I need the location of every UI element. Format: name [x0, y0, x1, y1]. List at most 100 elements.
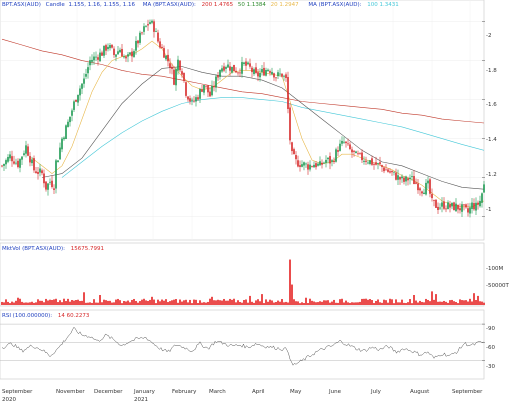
- x-month-label: December: [94, 389, 123, 395]
- volume-bar: [239, 302, 241, 305]
- volume-bar: [399, 302, 401, 305]
- candle-body: [363, 160, 365, 162]
- volume-bar: [413, 295, 415, 305]
- volume-bar: [251, 301, 253, 305]
- volume-bar: [271, 300, 273, 305]
- legend-symbol: BPT.ASX(AUD): [2, 2, 41, 8]
- volume-bar: [255, 300, 257, 305]
- candle-body: [207, 85, 209, 93]
- volume-bar: [223, 298, 225, 305]
- volume-bar: [407, 302, 409, 305]
- candle-body: [167, 54, 169, 62]
- volume-bar: [209, 298, 211, 305]
- candle-body: [43, 173, 45, 184]
- candle-body: [457, 204, 459, 210]
- volume-bar: [89, 302, 91, 305]
- candle-body: [305, 163, 307, 165]
- candle-body: [33, 158, 35, 171]
- candle-body: [413, 176, 415, 185]
- volume-panel-frame: [0, 242, 485, 307]
- candle-body: [111, 44, 113, 48]
- candle-body: [369, 160, 371, 164]
- x-month-label: July: [370, 389, 382, 395]
- price-panel-frame: [0, 0, 485, 241]
- candle-body: [191, 99, 193, 101]
- x-month-label: March: [209, 389, 226, 395]
- candle-body: [23, 153, 25, 156]
- volume-bar: [445, 301, 447, 305]
- volume-bar: [317, 302, 319, 305]
- candle-body: [235, 70, 237, 73]
- volume-bar: [241, 302, 243, 305]
- volume-bar: [171, 300, 173, 305]
- candle-body: [367, 162, 369, 164]
- volume-bar: [141, 299, 143, 305]
- candle-body: [405, 176, 407, 182]
- chart-stage: BPT.ASX(AUD) Candle 1.155, 1.16, 1.155, …: [0, 0, 512, 404]
- volume-bar: [121, 303, 123, 305]
- volume-bar: [149, 299, 151, 305]
- volume-bar: [349, 302, 351, 305]
- candle-body: [171, 66, 173, 69]
- candle-body: [185, 82, 187, 96]
- volume-bar: [313, 301, 315, 305]
- y-tick-label: -1.6: [486, 102, 497, 108]
- candle-body: [189, 98, 191, 102]
- volume-bar: [3, 302, 5, 305]
- volume-bar: [41, 300, 43, 305]
- y-tick-label: -1.2: [486, 172, 497, 178]
- candle-body: [435, 199, 437, 208]
- candle-body: [245, 61, 247, 66]
- candle-body: [449, 204, 451, 208]
- candle-body: [401, 176, 403, 179]
- candle-body: [71, 110, 73, 116]
- volume-bar: [157, 299, 159, 305]
- candle-body: [267, 69, 269, 71]
- x-axis-labels: September November December January Febr…: [2, 389, 483, 403]
- legend-candle-label: Candle: [46, 2, 66, 8]
- candle-body: [271, 71, 273, 75]
- volume-bar: [65, 301, 67, 305]
- volume-bar: [457, 303, 459, 305]
- volume-bar: [293, 299, 295, 305]
- candle-body: [451, 202, 453, 207]
- candle-body: [307, 164, 309, 170]
- candle-body: [453, 202, 455, 211]
- volume-bar: [311, 300, 313, 305]
- candle-body: [269, 71, 271, 73]
- volume-bar: [451, 299, 453, 305]
- candle-body: [145, 25, 147, 27]
- candle-body: [157, 32, 159, 42]
- volume-bar: [431, 291, 433, 305]
- volume-bar: [295, 301, 297, 305]
- candle-body: [347, 143, 349, 145]
- volume-bar: [377, 299, 379, 305]
- candle-body: [287, 77, 289, 109]
- candle-body: [377, 163, 379, 165]
- x-year-label: 2020: [2, 397, 16, 403]
- candle-body: [275, 77, 277, 79]
- candle-body: [69, 116, 71, 123]
- volume-bar: [405, 303, 407, 305]
- candle-body: [255, 67, 257, 74]
- volume-bar: [83, 292, 85, 305]
- volume-bar: [115, 299, 117, 305]
- candle-body: [9, 154, 11, 159]
- candle-body: [75, 99, 77, 102]
- volume-bar: [435, 294, 437, 305]
- candle-body: [461, 204, 463, 212]
- volume-bar: [381, 302, 383, 305]
- candle-body: [47, 183, 49, 190]
- candle-body: [467, 208, 469, 213]
- legend-ma-label-2: MA (BPT.ASX(AUD):: [308, 2, 361, 8]
- candle-body: [301, 164, 303, 167]
- volume-bar: [463, 300, 465, 305]
- candle-body: [483, 184, 485, 193]
- candle-body: [67, 121, 69, 127]
- candle-body: [149, 22, 151, 25]
- legend-ma100-value: 100 1.3431: [367, 2, 399, 8]
- candle-body: [283, 75, 285, 77]
- rsi-panel-frame: [0, 309, 485, 380]
- volume-bar: [331, 301, 333, 305]
- volume-bar: [137, 302, 139, 305]
